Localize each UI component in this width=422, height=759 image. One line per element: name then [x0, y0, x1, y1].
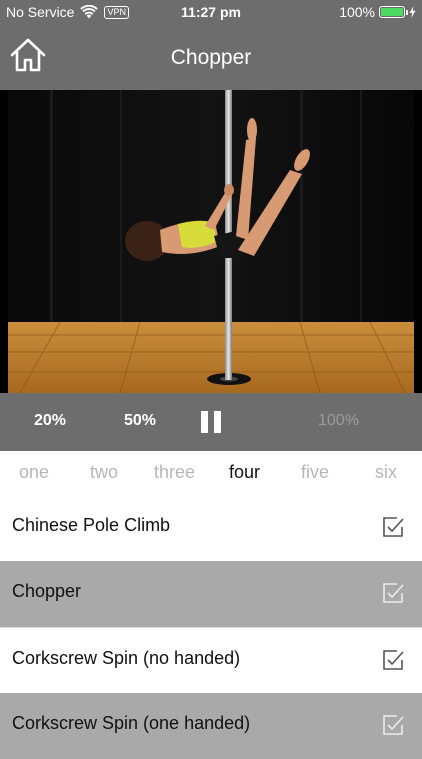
checkbox-checked-icon[interactable] — [381, 648, 405, 672]
speed-100-button[interactable]: 100% — [318, 412, 359, 430]
video-player[interactable] — [0, 90, 422, 393]
level-tabs: one two three four five six — [0, 451, 422, 495]
checkbox-checked-icon[interactable] — [381, 713, 405, 737]
page-title: Chopper — [170, 46, 252, 69]
list-item[interactable]: Chopper — [0, 561, 422, 627]
list-item[interactable]: Corkscrew Spin (one handed) — [0, 693, 422, 759]
list-item[interactable]: Chinese Pole Climb — [0, 495, 422, 561]
battery-fill — [381, 8, 403, 16]
moves-list: Chinese Pole Climb Chopper Corkscrew Spi… — [0, 495, 422, 759]
move-label: Corkscrew Spin (no handed) — [12, 648, 241, 668]
move-label: Corkscrew Spin (one handed) — [12, 713, 251, 733]
move-label: Chinese Pole Climb — [12, 515, 171, 535]
battery-tip — [406, 10, 408, 15]
tab-three[interactable]: three — [154, 462, 195, 483]
tab-six[interactable]: six — [375, 462, 397, 483]
list-item[interactable]: Corkscrew Spin (no handed) — [0, 627, 422, 693]
checkbox-checked-icon[interactable] — [381, 515, 405, 539]
move-label: Chopper — [12, 581, 82, 601]
status-right: 100% — [339, 4, 416, 20]
battery-icon — [379, 6, 408, 18]
playback-controls: 20% 50% 100% — [0, 393, 422, 451]
nav-bar: Chopper — [0, 24, 422, 90]
speed-50-button[interactable]: 50% — [124, 412, 156, 430]
speed-20-button[interactable]: 20% — [34, 412, 66, 430]
video-frame — [0, 90, 422, 393]
battery-percent: 100% — [339, 4, 375, 20]
tab-five[interactable]: five — [301, 462, 329, 483]
pause-icon — [201, 411, 208, 433]
checkbox-checked-icon[interactable] — [381, 581, 405, 605]
tab-one[interactable]: one — [19, 462, 49, 483]
pause-button[interactable] — [201, 411, 221, 433]
status-bar: No Service VPN 11:27 pm 100% — [0, 0, 422, 24]
tab-two[interactable]: two — [90, 462, 118, 483]
tab-four[interactable]: four — [229, 462, 260, 483]
charging-bolt-icon — [409, 6, 416, 18]
pause-icon-bar — [214, 411, 221, 433]
